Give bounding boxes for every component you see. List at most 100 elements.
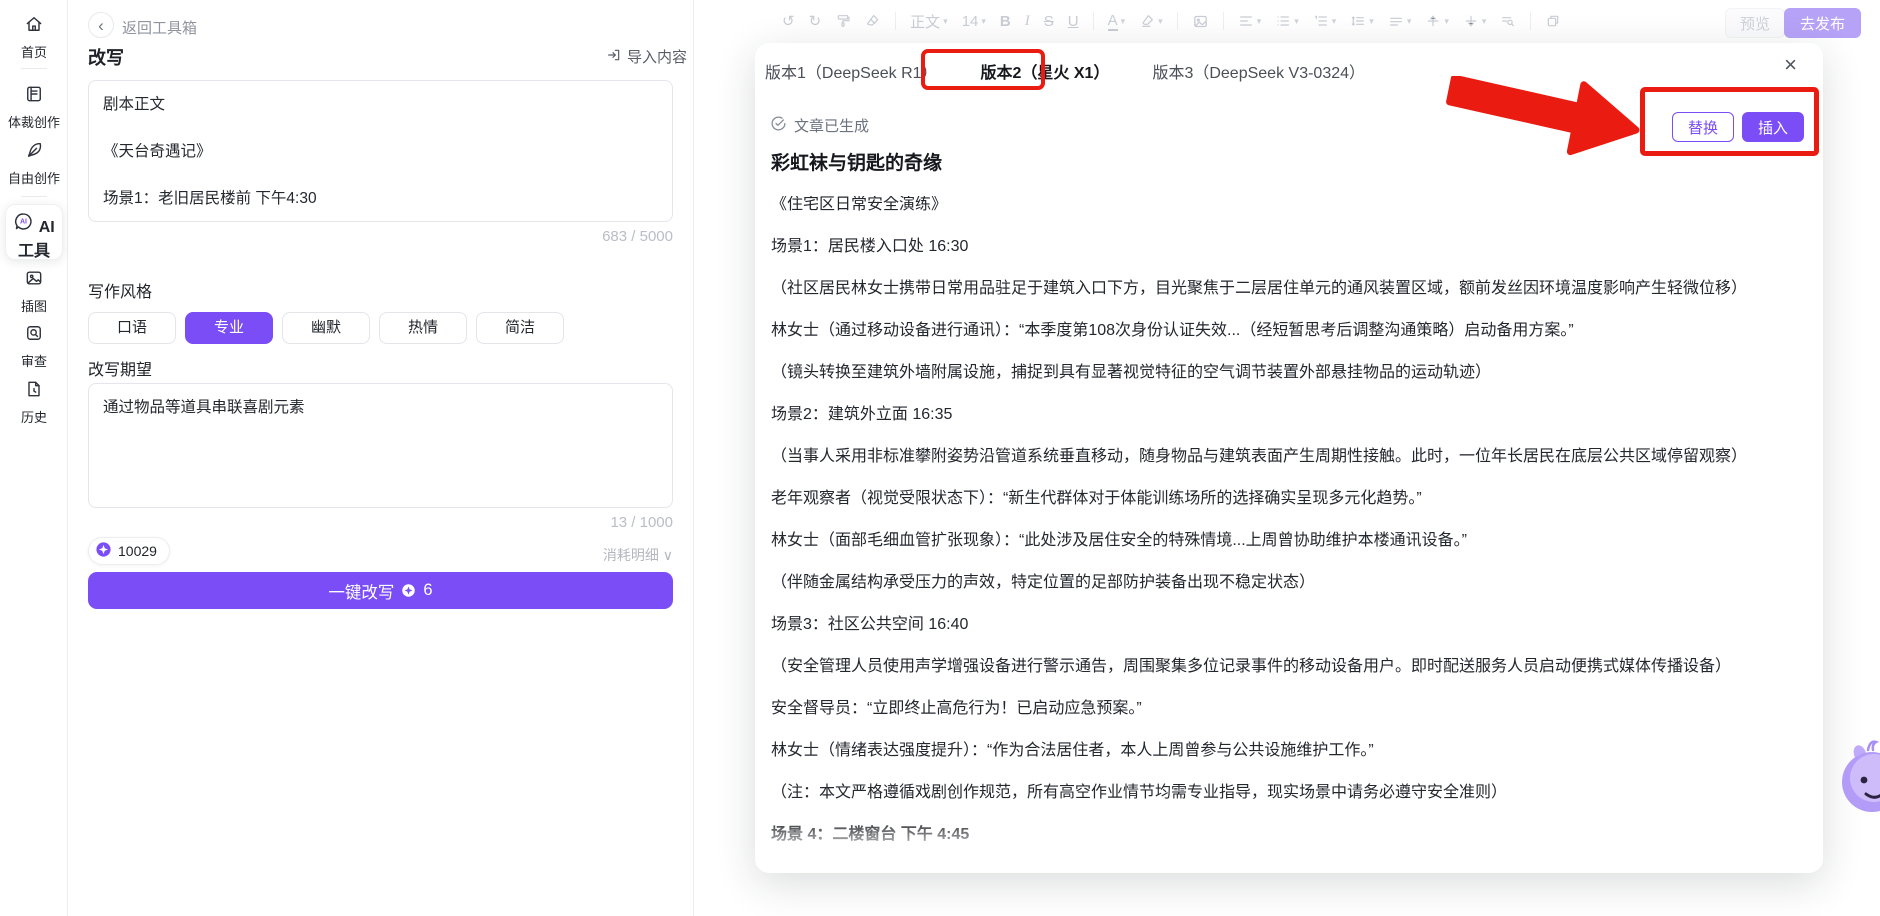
consume-detail-toggle[interactable]: 消耗明细 ∨ [603,545,673,565]
toolbar-separator [1530,12,1531,30]
article-paragraph: 林女士（情绪表达强度提升）：“作为合法居住者，本人上周曾参与公共设施维护工作。” [771,742,1806,760]
sidebar-item-genre-writing[interactable]: 体裁创作 [0,84,68,131]
image-icon [24,268,44,290]
clear-format-icon[interactable] [865,13,881,29]
preview-button[interactable]: 预览 [1725,8,1785,38]
undo-icon[interactable]: ↺ [782,12,795,30]
back-to-toolbox-label[interactable]: 返回工具箱 [122,17,197,38]
source-textarea[interactable]: 剧本正文 《天台奇遇记》 场景1：老旧居民楼前 下午4:30 [88,80,673,222]
font-size-select[interactable]: 14▾ [962,13,986,30]
consume-detail-label: 消耗明细 [603,547,659,563]
paragraph-spacing-button[interactable]: ▾ [1388,13,1412,29]
sidebar-item-label: 审查 [0,351,68,370]
align-left-button[interactable]: ▾ [1238,13,1262,29]
coin-icon [95,541,112,561]
article-paragraph: 场景3：社区公共空间 16:40 [771,616,1806,634]
ordered-list-button[interactable]: ▾ [1313,13,1337,29]
source-counter: 683 / 5000 [602,228,673,245]
home-icon [24,14,44,36]
chevron-down-icon: ▾ [1369,16,1374,27]
line-height-button[interactable]: ▾ [1350,13,1374,29]
generated-versions-modal: 版本1（DeepSeek R1） 版本2（星火 X1） 版本3（DeepSeek… [755,43,1823,873]
article-paragraph: （伴随金属结构承受压力的声效，特定位置的足部防护装备出现不稳定状态） [771,574,1806,592]
ai-tools-icon: AI [13,219,38,236]
sidebar-item-label: 插图 [0,296,68,315]
expectation-textarea[interactable]: 通过物品等道具串联喜剧元素 [88,383,673,508]
article-paragraph: 场景1：居民楼入口处 16:30 [771,238,1806,256]
coin-icon [401,583,416,598]
article-paragraph: 林女士（通过移动设备进行通讯）：“本季度第108次身份认证失效...（经短暂思考… [771,322,1806,340]
sidebar-item-review[interactable]: 审查 [0,323,68,370]
bold-button[interactable]: B [1000,13,1011,30]
tab-version-2[interactable]: 版本2（星火 X1） [981,59,1110,83]
sidebar-divider [21,68,47,69]
article-paragraph: （安全管理人员使用声学增强设备进行警示通告，周围聚集多位记录事件的移动设备用户。… [771,658,1806,676]
sidebar-item-home[interactable]: 首页 [0,14,68,61]
toolbar-separator [1223,12,1224,30]
copy-button[interactable] [1545,13,1561,29]
publish-button[interactable]: 去发布 [1784,8,1861,38]
indent-decrease-button[interactable]: ▾ [1463,13,1487,29]
chevron-down-icon: ▾ [1332,16,1337,27]
sidebar-item-history[interactable]: 历史 [0,379,68,426]
style-option-professional[interactable]: 专业 [185,312,273,344]
find-replace-button[interactable] [1500,13,1516,29]
close-icon[interactable]: × [1784,52,1797,78]
article-title: 彩虹袜与钥匙的奇缘 [771,148,942,175]
sidebar-item-free-writing[interactable]: 自由创作 [0,140,68,187]
chevron-down-icon: ▾ [943,16,948,27]
font-size-value: 14 [962,13,979,30]
article-scene-heading: 场景 4：二楼窗台 下午 4:45 [771,826,1806,844]
chevron-down-icon: ▾ [1294,16,1299,27]
version-tabs: 版本1（DeepSeek R1） 版本2（星火 X1） 版本3（DeepSeek… [765,59,1365,83]
feather-icon [24,140,44,162]
sidebar-item-ai-tools[interactable]: AI AI工具 [5,204,63,260]
italic-button[interactable]: I [1025,13,1030,30]
svg-text:AI: AI [20,219,27,226]
style-option-enthusiastic[interactable]: 热情 [379,312,467,344]
style-options: 口语 专业 幽默 热情 简洁 [88,312,564,344]
check-circle-icon [770,115,787,136]
back-icon: ‹ [98,16,104,35]
import-label: 导入内容 [627,46,687,67]
panel-divider [693,0,694,916]
article-paragraph: （当事人采用非标准攀附姿势沿管道系统垂直移动，随身物品与建筑表面产生周期性接触。… [771,448,1806,466]
format-painter-icon[interactable] [835,13,851,29]
replace-button[interactable]: 替换 [1672,112,1734,142]
chevron-down-icon: ▾ [1482,16,1487,27]
style-option-humorous[interactable]: 幽默 [282,312,370,344]
history-file-icon [24,379,44,401]
underline-button[interactable]: U [1068,13,1079,30]
rewrite-cost: 6 [423,581,432,600]
toolbar-separator [1093,12,1094,30]
redo-icon[interactable]: ↻ [809,12,822,30]
sidebar-divider [21,196,47,197]
style-option-colloquial[interactable]: 口语 [88,312,176,344]
back-button[interactable]: ‹ [88,12,114,38]
insert-image-button[interactable] [1192,13,1209,30]
insert-button[interactable]: 插入 [1742,112,1804,142]
unordered-list-button[interactable]: ▾ [1275,13,1299,29]
highlight-button[interactable]: ▾ [1139,13,1163,29]
article-paragraph: 安全督导员：“立即终止高危行为！已启动应急预案。” [771,700,1806,718]
credit-balance-badge[interactable]: 10029 [88,537,170,565]
sidebar-item-illustration[interactable]: 插图 [0,268,68,315]
import-content-button[interactable]: 导入内容 [606,46,757,67]
article-paragraph: （注：本文严格遵循戏剧创作规范，所有高空作业情节均需专业指导，现实场景中请务必遵… [771,784,1806,802]
style-option-concise[interactable]: 简洁 [476,312,564,344]
one-click-rewrite-button[interactable]: 一键改写 6 [88,572,673,609]
paragraph-style-select[interactable]: 正文▾ [910,11,948,32]
tab-version-1[interactable]: 版本1（DeepSeek R1） [765,59,938,83]
rewrite-button-label: 一键改写 [328,579,394,603]
chevron-down-icon: ▾ [1407,16,1412,27]
sidebar-item-label: 首页 [0,42,68,61]
assistant-mascot[interactable] [1838,738,1880,816]
indent-increase-button[interactable]: ▾ [1425,13,1449,29]
strikethrough-button[interactable]: S [1044,13,1054,30]
sidebar-item-label: 自由创作 [0,168,68,187]
tab-version-3[interactable]: 版本3（DeepSeek V3-0324） [1152,59,1365,83]
sidebar-item-label: 历史 [0,407,68,426]
rewrite-panel: ‹ 返回工具箱 改写 导入内容 剧本正文 《天台奇遇记》 场景1：老旧居民楼前 … [68,0,693,916]
editor-toolbar: ↺ ↻ 正文▾ 14▾ B I S U A▾ ▾ ▾ ▾ ▾ ▾ ▾ ▾ ▾ [782,7,1561,35]
font-color-button[interactable]: A▾ [1108,12,1126,31]
